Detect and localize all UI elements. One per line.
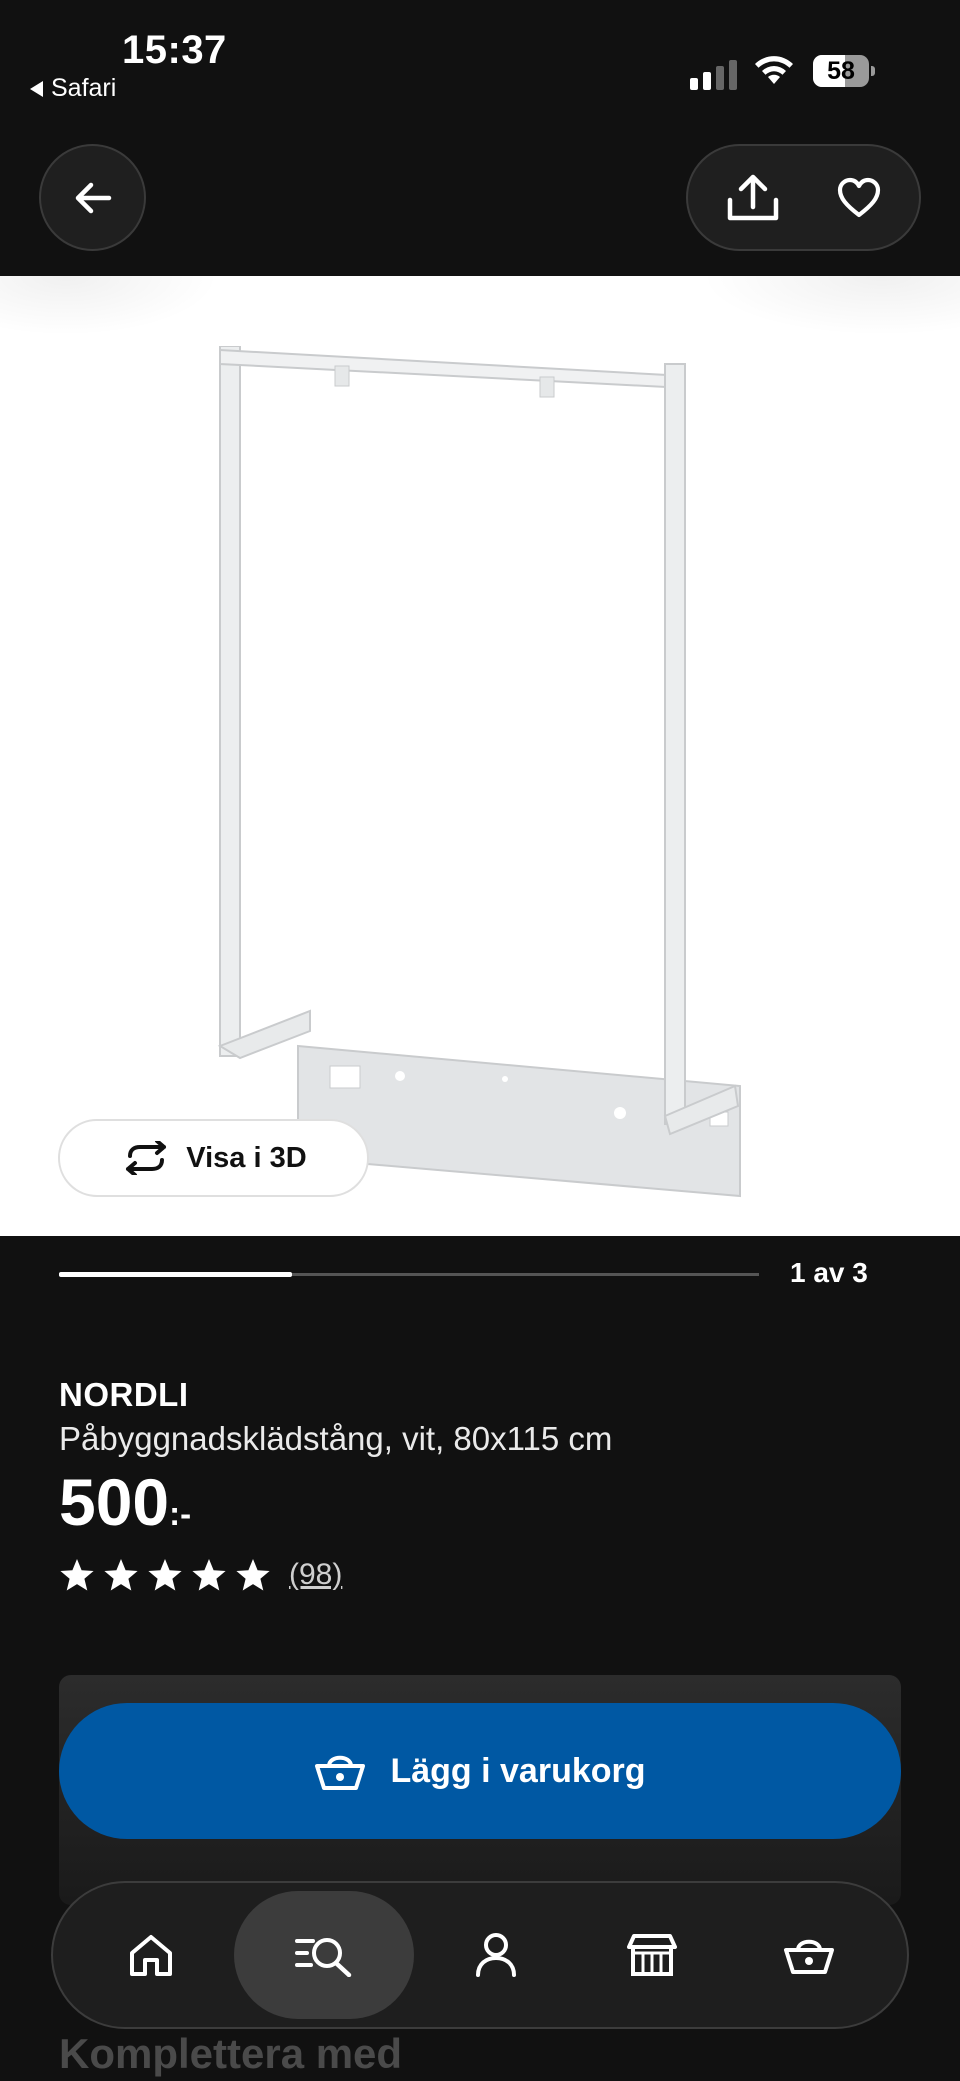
back-triangle-icon [30,80,43,97]
product-rating[interactable]: (98) [59,1558,342,1592]
gallery-progress-fill [59,1272,293,1277]
cellular-signal-icon [690,60,737,90]
product-image-gallery[interactable]: Visa i 3D [0,276,960,1236]
share-icon [728,174,779,220]
tab-profile[interactable] [422,1891,570,2019]
gallery-progress-bar [59,1272,759,1277]
view-in-3d-label: Visa i 3D [186,1141,307,1174]
store-icon [627,1934,678,1976]
review-count-link[interactable]: (98) [289,1558,342,1592]
back-button[interactable] [39,144,146,251]
price-suffix: :- [169,1495,192,1532]
star-icon [236,1559,270,1591]
bottom-tab-bar [51,1881,909,2029]
star-icon [104,1559,138,1591]
product-price: 500 :- [59,1466,191,1538]
signal-bar [690,78,698,90]
star-icon [60,1559,94,1591]
basket-icon [315,1755,366,1790]
complement-section-title: Komplettera med [59,2030,403,2077]
heart-icon [837,177,880,217]
view-in-3d-button[interactable]: Visa i 3D [58,1119,369,1197]
search-list-icon [294,1938,351,1977]
basket-icon [783,1939,834,1974]
status-time: 15:37 [122,28,227,72]
signal-bar [729,60,737,90]
share-button[interactable] [725,173,781,223]
star-icon [192,1559,226,1591]
back-to-safari[interactable]: Safari [30,74,116,103]
tab-store[interactable] [578,1891,726,2019]
product-actions [686,144,921,251]
tab-search[interactable] [233,1891,414,2019]
product-image [217,346,741,1198]
rotate-icon [126,1141,167,1175]
signal-bar [716,66,724,90]
tab-home[interactable] [77,1891,225,2019]
add-to-cart-label: Lägg i varukorg [390,1751,646,1790]
gallery-position-label: 1 av 3 [790,1257,868,1288]
product-brand: NORDLI [59,1376,189,1413]
favorite-button[interactable] [836,177,882,219]
battery-level: 58 [827,57,855,85]
add-to-cart-button[interactable]: Lägg i varukorg [59,1703,901,1839]
arrow-left-icon [75,182,111,213]
person-icon [475,1933,516,1977]
product-description: Påbyggnadsklädstång, vit, 80x115 cm [59,1420,613,1457]
star-icon [148,1559,182,1591]
tab-cart[interactable] [735,1891,883,2019]
home-icon [130,1935,173,1976]
price-amount: 500 [59,1465,170,1539]
wifi-icon [755,56,793,84]
signal-bar [703,72,711,90]
back-app-label: Safari [51,74,117,102]
battery-icon: 58 [813,55,875,87]
